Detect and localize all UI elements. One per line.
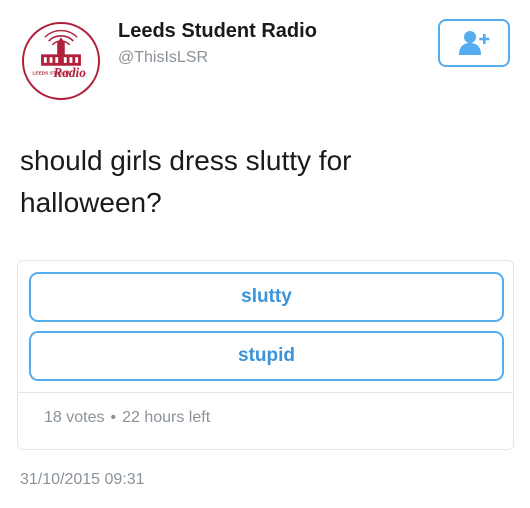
tweet-text: should girls dress slutty for halloween? xyxy=(20,145,352,218)
follow-button[interactable] xyxy=(438,19,510,67)
poll-vote-count: 18 votes xyxy=(44,409,105,426)
poll-choice-stupid[interactable]: stupid xyxy=(29,331,504,381)
avatar[interactable]: LEEDS STUDENT Radio xyxy=(22,22,100,100)
leeds-student-radio-logo: LEEDS STUDENT Radio xyxy=(33,29,86,80)
user-handle[interactable]: @ThisIsLSR xyxy=(118,49,208,67)
poll-card: slutty stupid 18 votes • 22 hours left xyxy=(17,260,514,450)
poll-choice-slutty[interactable]: slutty xyxy=(29,272,504,322)
poll-meta: 18 votes • 22 hours left xyxy=(44,409,210,427)
add-user-icon xyxy=(459,31,490,55)
poll-meta-separator: • xyxy=(110,409,117,426)
poll-time-left: 22 hours left xyxy=(122,409,211,426)
display-name[interactable]: Leeds Student Radio xyxy=(118,20,317,43)
poll-divider xyxy=(18,392,513,393)
logo-text: Radio xyxy=(52,65,86,80)
tweet-timestamp[interactable]: 31/10/2015 09:31 xyxy=(20,471,145,489)
